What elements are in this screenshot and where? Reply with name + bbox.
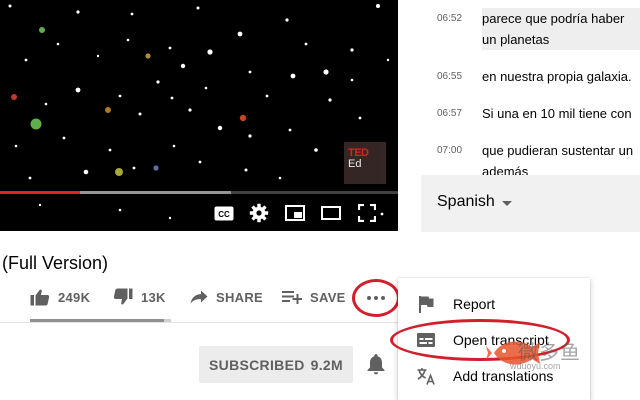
subscribed-label: SUBSCRIBED (209, 356, 305, 373)
save-button[interactable]: SAVE (282, 283, 346, 311)
miniplayer-button[interactable] (284, 202, 306, 224)
subscriber-count: 9.2M (310, 356, 343, 373)
caret-down-icon (501, 200, 512, 206)
share-label: SHARE (216, 289, 264, 305)
transcript-panel: 06:52 parece que podría haber un planeta… (421, 0, 640, 232)
settings-gear-icon (249, 203, 269, 223)
translate-icon (417, 368, 435, 385)
transcript-text: en nuestra propia galaxia. (482, 69, 632, 84)
transcript-footer: Spanish (421, 175, 640, 232)
share-button[interactable]: SHARE (190, 283, 263, 311)
menu-item-report[interactable]: Report (398, 286, 590, 322)
progress-played (0, 191, 80, 194)
annotation-circle-more (352, 279, 400, 317)
transcript-timestamp: 07:00 (437, 145, 463, 156)
like-count: 249K (58, 289, 91, 305)
language-selector[interactable]: Spanish (437, 193, 512, 211)
menu-item-label: Report (453, 296, 496, 312)
video-frame-starfield (8, 4, 390, 220)
notification-bell-button[interactable] (366, 353, 386, 380)
transcript-text: Si una en 10 mil tiene con (482, 106, 632, 121)
fullscreen-button[interactable] (356, 202, 378, 224)
fullscreen-icon (358, 204, 376, 222)
section-divider (0, 322, 400, 323)
flag-icon (419, 296, 434, 313)
theater-mode-button[interactable] (320, 202, 342, 224)
share-icon (190, 290, 208, 304)
transcript-timestamp: 06:52 (437, 13, 463, 24)
miniplayer-icon (285, 205, 305, 221)
subscribed-button[interactable]: SUBSCRIBED 9.2M (199, 346, 353, 383)
transcript-timestamp: 06:57 (437, 108, 463, 119)
progress-bar[interactable] (0, 191, 398, 194)
save-label: SAVE (310, 289, 346, 305)
transcript-timestamp: 06:55 (437, 71, 463, 82)
video-player[interactable]: TED Ed CC (0, 0, 398, 231)
language-label: Spanish (437, 193, 495, 210)
thumbs-up-icon (30, 289, 50, 306)
playlist-add-icon (282, 291, 302, 304)
closed-captions-icon: CC (214, 206, 234, 220)
transcript-text: parece que podría haber un planetas (482, 8, 640, 50)
dislike-count: 13K (141, 289, 166, 305)
bell-icon (367, 354, 385, 375)
theater-mode-icon (321, 206, 341, 220)
video-title: (Full Version) (2, 253, 109, 273)
svg-text:CC: CC (218, 210, 230, 219)
dislike-button[interactable]: 13K (113, 283, 166, 311)
thumbs-down-icon (113, 288, 133, 305)
ted-ed-logo: TED Ed (344, 142, 386, 184)
closed-captions-button[interactable]: CC (213, 202, 235, 224)
like-button[interactable]: 249K (30, 283, 90, 311)
settings-button[interactable] (248, 202, 270, 224)
ted-logo-sub: Ed (348, 158, 362, 170)
watermark-url: wduoyu.com (510, 361, 561, 371)
